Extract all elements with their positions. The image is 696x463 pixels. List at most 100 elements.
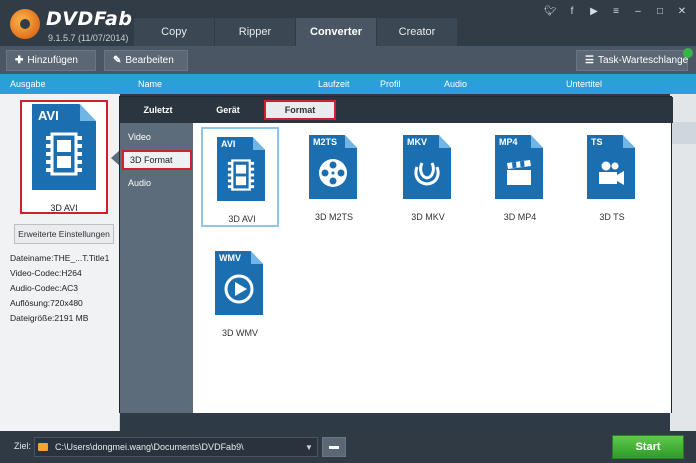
menu-icon[interactable]: ≡ (610, 6, 622, 18)
edit-label: Bearbeiten (125, 55, 174, 66)
format-3d-m2ts[interactable]: M2TS 3D M2TS (295, 127, 373, 227)
format-3d-ts[interactable]: TS 3D TS (573, 127, 651, 227)
film-strip-icon (225, 159, 257, 191)
minimize-icon[interactable]: – (632, 6, 644, 18)
film-strip-icon (42, 132, 86, 176)
version-text: 9.1.5.7 (11/07/2014) (48, 33, 129, 43)
browse-folder-button[interactable]: ▬ (322, 437, 346, 457)
bottom-bar: Ziel: C:\Users\dongmei.wang\Documents\DV… (0, 431, 696, 463)
format-label: 3D MKV (411, 212, 445, 222)
output-format-icon-wrap: AVI (32, 104, 100, 194)
info-dateiname: Dateiname:THE_...T.Title1 (10, 253, 110, 263)
m2ts-file-icon: M2TS (309, 135, 357, 199)
info-aufloesung: Auflösung:720x480 (10, 298, 83, 308)
output-format-preview[interactable]: AVI (20, 100, 108, 214)
category-audio[interactable]: Audio (122, 173, 192, 193)
window-controls: 🐦︎ f ▶ ≡ – □ ✕ (544, 6, 688, 18)
title-bar: DVDFab 9.1.5.7 (11/07/2014) Copy Ripper … (0, 0, 696, 46)
output-panel: AVI 3D AVI Erweiterte Einstellungen Date… (0, 94, 120, 431)
tab-ripper[interactable]: Ripper (215, 18, 295, 46)
format-tag: MKV (407, 137, 427, 147)
column-header: Ausgabe Name Laufzeit Profil Audio Unter… (0, 74, 696, 94)
format-tag: MP4 (499, 137, 518, 147)
main-tabs: Copy Ripper Converter Creator (134, 18, 458, 46)
col-name[interactable]: Name (138, 79, 162, 89)
format-categories: Video 3D Format Audio (120, 123, 193, 413)
play-icon (223, 273, 255, 305)
advanced-settings-button[interactable]: Erweiterte Einstellungen (14, 224, 114, 244)
tab-creator[interactable]: Creator (377, 18, 457, 46)
format-label: 3D WMV (222, 328, 258, 338)
info-video-codec: Video-Codec:H264 (10, 268, 82, 278)
format-grid: AVI 3D AVI M2TS 3D M2TS MKV 3D MKV MP4 3… (193, 123, 671, 413)
edit-button[interactable]: ✎ Bearbeiten (104, 50, 188, 71)
queue-badge (683, 48, 693, 58)
list-icon: ☰ (585, 55, 594, 66)
popup-tabs: Zuletzt Gerät Format (120, 97, 673, 123)
avi-file-icon: AVI (32, 104, 96, 190)
category-3d-format[interactable]: 3D Format (122, 150, 192, 170)
format-label: 3D MP4 (503, 212, 537, 222)
format-tag: AVI (221, 139, 236, 149)
toolbar: ✚ Hinzufügen ✎ Bearbeiten ☰ Task-Warteschla… (0, 46, 696, 74)
info-audio-codec: Audio-Codec:AC3 (10, 283, 79, 293)
maximize-icon[interactable]: □ (654, 6, 666, 18)
add-button[interactable]: ✚ Hinzufügen (6, 50, 96, 71)
clapperboard-icon (503, 157, 535, 189)
facebook-icon[interactable]: f (566, 6, 578, 18)
format-3d-mkv[interactable]: MKV 3D MKV (389, 127, 467, 227)
folder-icon (38, 443, 48, 451)
task-queue-button[interactable]: ☰ Task-Warteschlange (576, 50, 688, 71)
twitter-icon[interactable]: 🐦︎ (544, 6, 557, 18)
video-camera-icon (595, 157, 627, 189)
format-tag: WMV (219, 253, 241, 263)
brand-name: DVDFab (46, 8, 133, 30)
film-reel-icon (317, 157, 349, 189)
col-audio[interactable]: Audio (444, 79, 467, 89)
format-label: 3D M2TS (314, 212, 353, 222)
plus-icon: ✚ (15, 55, 24, 66)
edit-icon: ✎ (113, 55, 122, 66)
chevron-down-icon[interactable]: ▼ (305, 443, 313, 452)
format-label: 3D TS (599, 212, 625, 222)
info-dateigroesse: Dateigröße:2191 MB (10, 313, 89, 323)
format-3d-avi[interactable]: AVI 3D AVI (201, 127, 279, 227)
add-label: Hinzufügen (27, 55, 78, 66)
tab-converter[interactable]: Converter (296, 18, 376, 46)
open-folder-icon: ▬ (329, 441, 339, 452)
popup-tab-format[interactable]: Format (264, 100, 336, 120)
col-ausgabe: Ausgabe (10, 79, 46, 89)
file-info: Dateiname:THE_...T.Title1 Video-Codec:H2… (10, 251, 109, 326)
file-list-edge (670, 94, 696, 431)
wmv-file-icon: WMV (215, 251, 263, 315)
queue-label: Task-Warteschlange (597, 55, 689, 66)
youtube-icon[interactable]: ▶ (588, 6, 600, 18)
col-laufzeit[interactable]: Laufzeit (318, 79, 350, 89)
file-row[interactable] (670, 122, 696, 144)
category-video[interactable]: Video (122, 127, 192, 147)
mp4-file-icon: MP4 (495, 135, 543, 199)
format-3d-wmv[interactable]: WMV 3D WMV (201, 243, 279, 343)
matroska-icon (411, 157, 443, 189)
dvdfab-logo: DVDFab 9.1.5.7 (11/07/2014) (8, 6, 148, 44)
dvdfab-disc-icon (10, 9, 40, 39)
start-button[interactable]: Start (612, 435, 684, 459)
ts-file-icon: TS (587, 135, 635, 199)
destination-path-field[interactable]: C:\Users\dongmei.wang\Documents\DVDFab9\ (34, 437, 318, 457)
format-tag: M2TS (313, 137, 338, 147)
format-label: 3D AVI (228, 214, 256, 224)
format-tag: TS (591, 137, 603, 147)
format-selector-popup: Zuletzt Gerät Format Video 3D Format Aud… (119, 96, 673, 413)
destination-label: Ziel: (14, 441, 32, 451)
mkv-file-icon: MKV (403, 135, 451, 199)
close-icon[interactable]: ✕ (676, 6, 688, 18)
output-format-tag: AVI (38, 108, 59, 123)
popup-tab-device[interactable]: Gerät (198, 100, 258, 120)
popup-tab-recent[interactable]: Zuletzt (128, 100, 188, 120)
output-format-label: 3D AVI (50, 203, 78, 213)
col-untertitel[interactable]: Untertitel (566, 79, 602, 89)
avi-file-icon: AVI (217, 137, 265, 201)
col-profil[interactable]: Profil (380, 79, 401, 89)
format-3d-mp4[interactable]: MP4 3D MP4 (481, 127, 559, 227)
tab-copy[interactable]: Copy (134, 18, 214, 46)
